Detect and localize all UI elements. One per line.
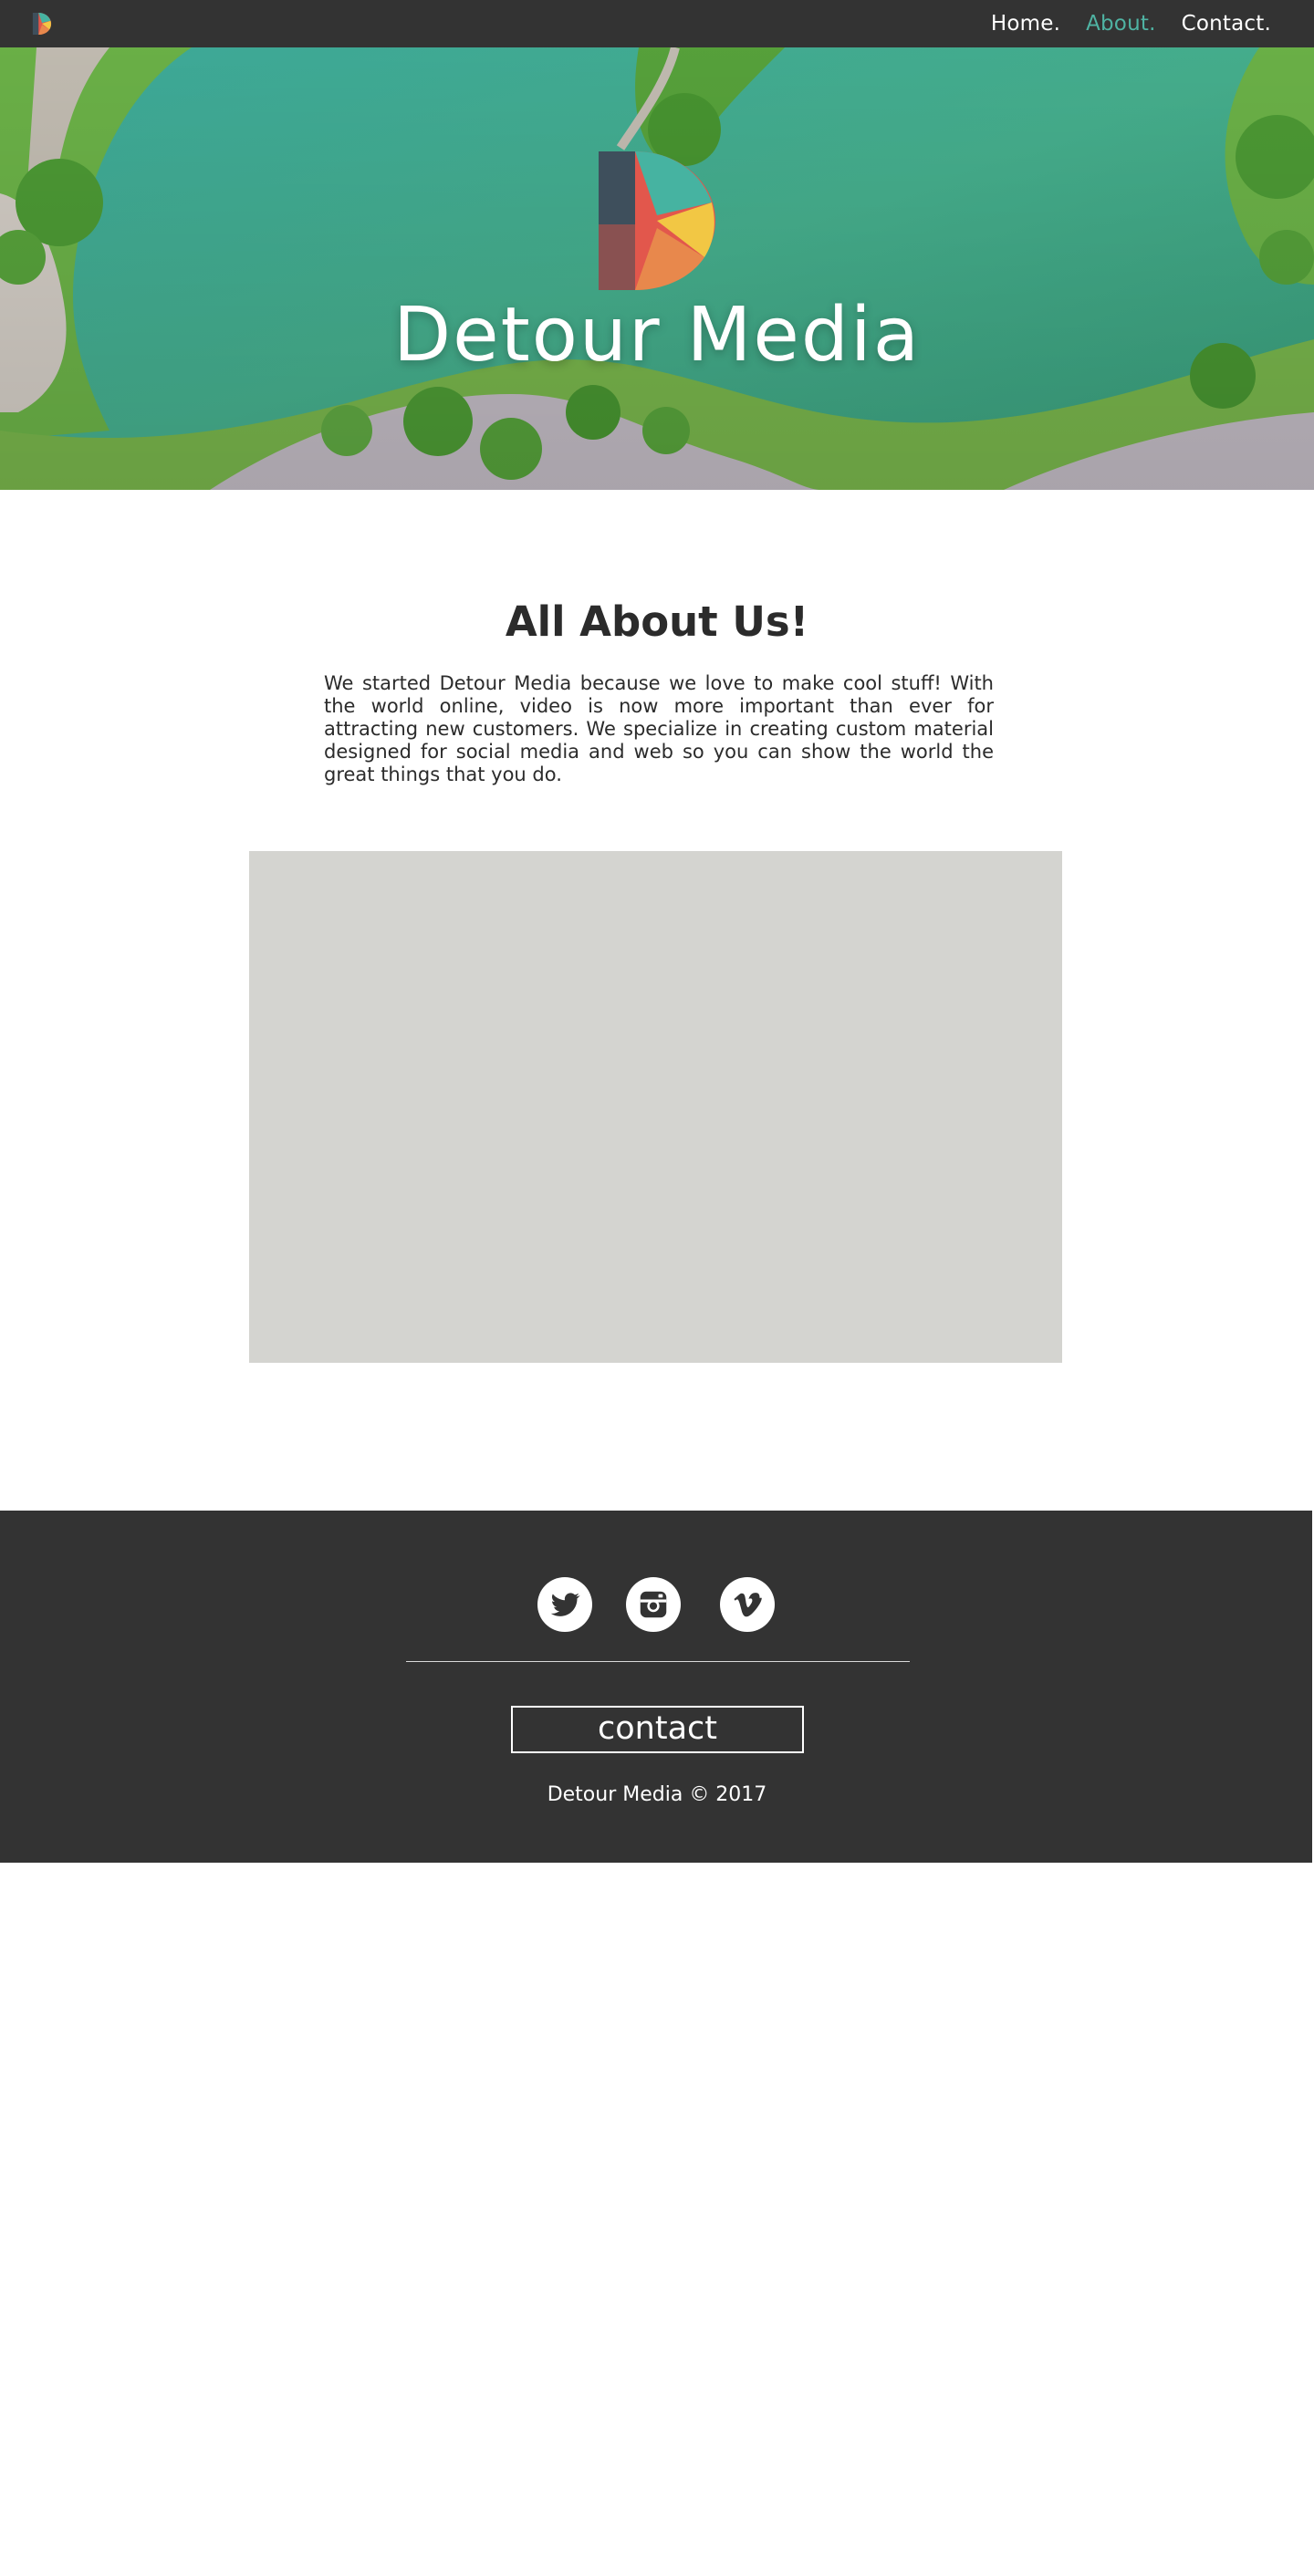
detour-media-logo-icon[interactable] <box>31 13 53 35</box>
instagram-icon <box>640 1591 667 1618</box>
copyright-text: Detour Media © 2017 <box>547 1783 767 1806</box>
hero-banner: Detour Media <box>0 47 1314 490</box>
nav-link-about[interactable]: About. <box>1086 12 1156 36</box>
instagram-link[interactable] <box>626 1577 681 1632</box>
twitter-icon <box>550 1593 580 1616</box>
twitter-link[interactable] <box>537 1577 592 1632</box>
about-body-text: We started Detour Media because we love … <box>324 672 994 785</box>
video-placeholder[interactable] <box>249 851 1062 1363</box>
top-nav: Home. About. Contact. <box>0 0 1314 47</box>
nav-links: Home. About. Contact. <box>991 12 1271 36</box>
vimeo-link[interactable] <box>720 1577 775 1632</box>
footer: contact Detour Media © 2017 <box>0 1511 1312 1863</box>
vimeo-icon <box>734 1593 762 1617</box>
about-heading: All About Us! <box>505 597 809 646</box>
contact-button[interactable]: contact <box>511 1706 804 1753</box>
footer-divider <box>406 1661 910 1662</box>
nav-link-contact[interactable]: Contact. <box>1182 12 1271 36</box>
nav-link-home[interactable]: Home. <box>991 12 1060 36</box>
hero-title: Detour Media <box>393 292 921 379</box>
detour-media-logo-icon <box>599 151 715 290</box>
